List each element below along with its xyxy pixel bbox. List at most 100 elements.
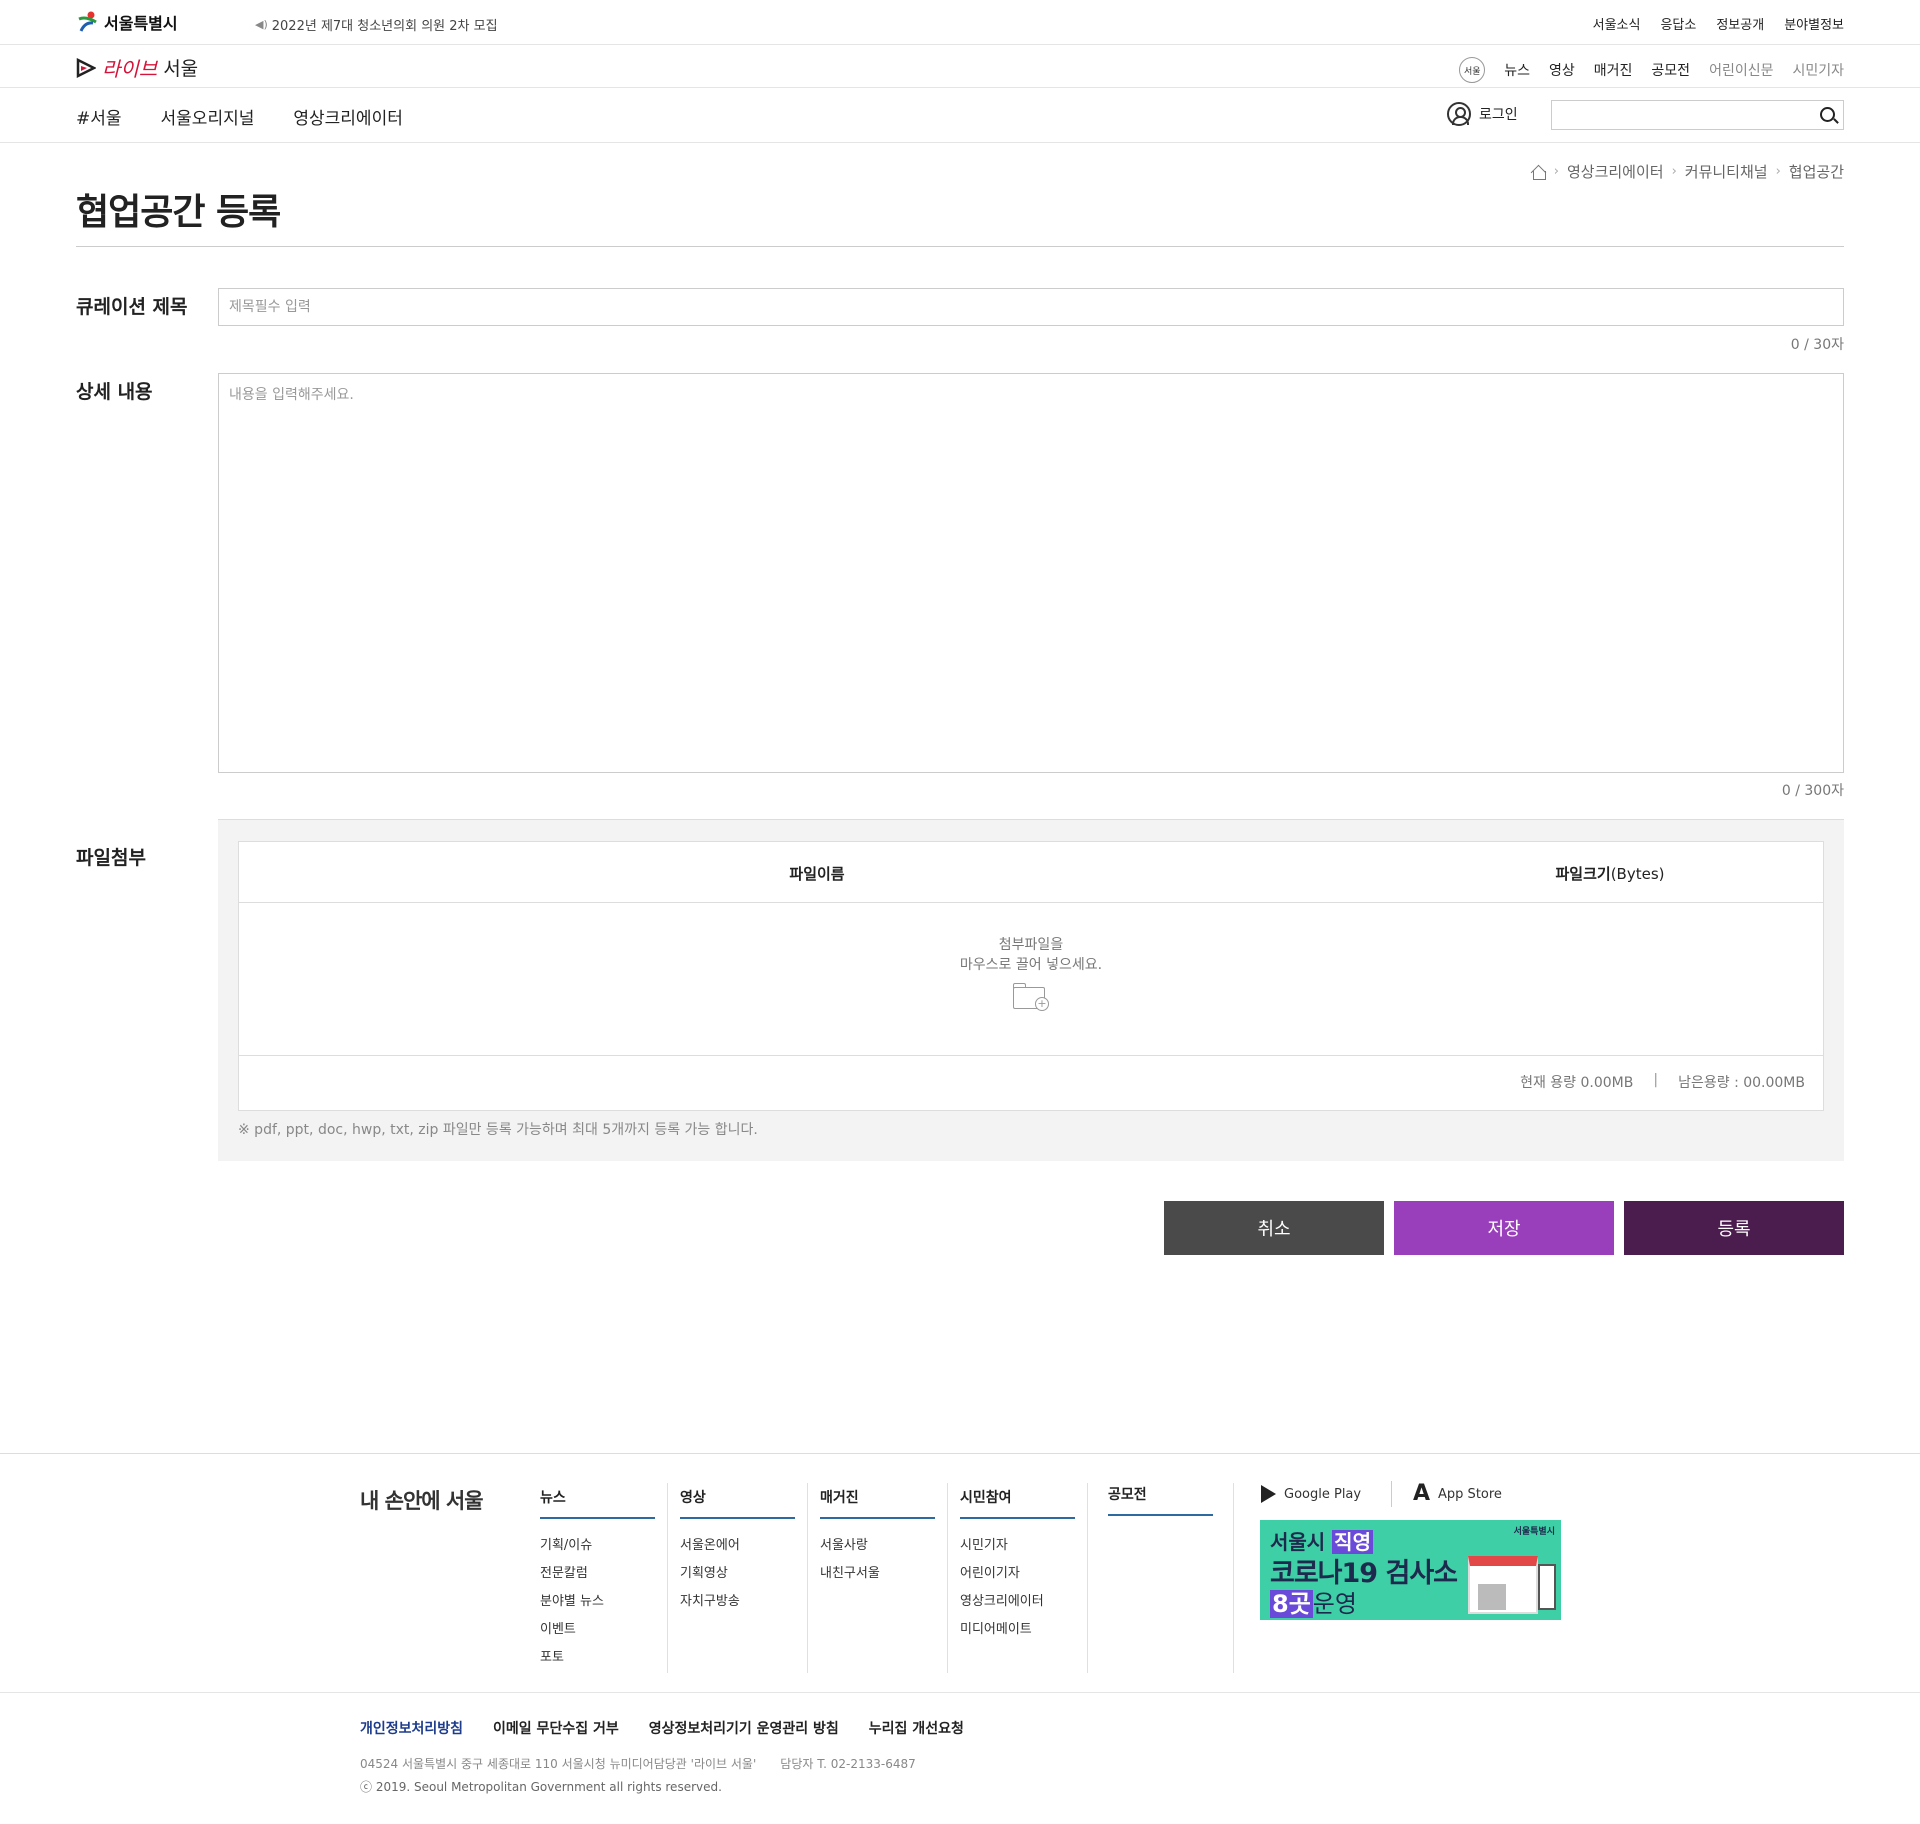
media-link-kids-newspaper[interactable]: 어린이신문 [1709,60,1773,80]
footer-link[interactable]: 시민기자 [960,1534,1075,1562]
site-improvement-link[interactable]: 누리집 개선요청 [869,1718,964,1738]
seoul-round-logo-icon[interactable]: 서울 [1459,57,1486,83]
google-play-icon [1261,1485,1276,1503]
tab-seoul-original[interactable]: 서울오리지널 [161,104,255,129]
cctv-policy-link[interactable]: 영상정보처리기기 운영관리 방침 [649,1718,839,1738]
address-text: 04524 서울특별시 중구 세종대로 110 서울시청 뉴미디어담당관 '라이… [360,1757,757,1771]
media-bar: 라이브 서울 서울 뉴스 영상 매거진 공모전 어린이신문 시민기자 [0,45,1920,88]
footer-divider [667,1483,668,1673]
footer-column-head[interactable]: 매거진 [820,1487,935,1519]
media-link-magazine[interactable]: 매거진 [1594,60,1633,80]
footer-link[interactable]: 전문칼럼 [540,1562,655,1590]
search-input[interactable] [1552,101,1802,129]
chevron-right-icon: › [1775,164,1781,179]
footer-column-head[interactable]: 공모전 [1108,1484,1213,1516]
page-title: 협업공간 등록 [76,192,281,233]
file-dropzone[interactable]: 첨부파일을 마우스로 끌어 넣으세요. + [239,903,1823,1056]
google-play-link[interactable]: Google Play [1261,1485,1361,1503]
detail-textarea[interactable] [218,373,1844,773]
tab-video-creator[interactable]: 영상크리에이터 [293,104,402,129]
title-divider [76,246,1844,247]
register-button[interactable]: 등록 [1624,1201,1844,1255]
google-play-label: Google Play [1284,1486,1362,1502]
app-store-icon: A [1413,1481,1431,1506]
footer-link[interactable]: 서울온에어 [680,1534,795,1562]
live-seoul-script: 라이브 [102,57,158,81]
footer-divider [1233,1483,1234,1673]
banner-org: 서울특별시 [1513,1527,1555,1537]
file-name-column-header: 파일이름 [789,865,845,883]
home-icon[interactable] [1531,165,1546,180]
notice-ticker[interactable]: ◀) 2022년 제7대 청소년의회 의원 2차 모집 [255,15,498,34]
user-icon [1447,102,1471,126]
footer-link[interactable]: 기획영상 [680,1562,795,1590]
live-seoul-logo[interactable]: 라이브 서울 [76,53,198,82]
breadcrumb-item-current[interactable]: 협업공간 [1789,161,1844,182]
footer-link[interactable]: 미디어메이트 [960,1618,1075,1646]
main-nav: #서울 서울오리지널 영상크리에이터 로그인 [0,88,1920,143]
footer-link[interactable]: 포토 [540,1646,655,1674]
cancel-button[interactable]: 취소 [1164,1201,1384,1255]
util-link-eungdapso[interactable]: 응답소 [1660,14,1696,33]
file-capacity: 현재 용량 0.00MB | 남은용량 : 00.00MB [1520,1072,1805,1092]
file-size-unit: (Bytes) [1610,865,1665,883]
footer-column-citizen: 시민참여 시민기자 어린이기자 영상크리에이터 미디어메이트 [960,1487,1075,1646]
footer-link[interactable]: 자치구방송 [680,1590,795,1618]
play-logo-icon [76,57,96,78]
tab-hashtag-seoul[interactable]: #서울 [76,104,122,129]
footer-link[interactable]: 내친구서울 [820,1562,935,1590]
breadcrumb-item[interactable]: 커뮤니티채널 [1685,161,1768,182]
footer-link[interactable]: 영상크리에이터 [960,1590,1075,1618]
detail-label: 상세 내용 [76,381,153,403]
login-button[interactable]: 로그인 [1447,102,1518,126]
file-size-column-header: 파일크기(Bytes) [1395,863,1825,884]
breadcrumb-item[interactable]: 영상크리에이터 [1567,161,1664,182]
email-refusal-link[interactable]: 이메일 무단수집 거부 [493,1718,619,1738]
app-store-link[interactable]: A App Store [1413,1481,1502,1506]
file-upload-note: ※ pdf, ppt, doc, hwp, txt, zip 파일만 등록 가능… [238,1122,758,1138]
footer-brand: 내 손안에 서울 [360,1489,484,1513]
search-box [1551,100,1844,130]
footer-column-magazine: 매거진 서울사랑 내친구서울 [820,1487,935,1590]
file-table-header: 파일이름 파일크기(Bytes) [239,842,1823,903]
footer-column-video: 영상 서울온에어 기획영상 자치구방송 [680,1487,795,1618]
media-link-video[interactable]: 영상 [1549,60,1575,80]
search-icon[interactable] [1820,107,1835,122]
banner-line3-b: 운영 [1312,1590,1357,1618]
utility-nav: 서울소식 응답소 정보공개 분야별정보 [1593,14,1844,33]
footer-divider [1087,1483,1088,1673]
copyright: ⓒ 2019. Seoul Metropolitan Government al… [360,1780,722,1794]
seoul-city-name: 서울특별시 [104,14,178,33]
chevron-right-icon: › [1671,164,1677,179]
main-nav-tabs: #서울 서울오리지널 영상크리에이터 [76,104,403,129]
footer-link[interactable]: 이벤트 [540,1618,655,1646]
footer-link[interactable]: 어린이기자 [960,1562,1075,1590]
footer-link[interactable]: 기획/이슈 [540,1534,655,1562]
media-link-contest[interactable]: 공모전 [1651,60,1690,80]
covid-test-banner[interactable]: 서울특별시 서울시 직영 코로나19 검사소 8곳운영 [1260,1520,1561,1620]
store-divider [1391,1481,1392,1507]
title-input[interactable] [218,288,1844,326]
footer-link[interactable]: 분야별 뉴스 [540,1590,655,1618]
footer-column-head[interactable]: 시민참여 [960,1487,1075,1519]
footer-column-contest: 공모전 [1108,1484,1213,1516]
media-link-news[interactable]: 뉴스 [1504,60,1530,80]
dropzone-text-line1: 첨부파일을 [998,937,1064,953]
seoul-city-logo[interactable]: 서울특별시 [76,10,178,34]
util-link-seoul-news[interactable]: 서울소식 [1593,14,1641,33]
folder-add-icon[interactable]: + [1013,983,1049,1011]
util-link-field-info[interactable]: 분야별정보 [1784,14,1844,33]
remaining-capacity: 남은용량 : 00.00MB [1678,1075,1805,1091]
util-link-info-disclosure[interactable]: 정보공개 [1716,14,1764,33]
footer-column-head[interactable]: 뉴스 [540,1487,655,1519]
privacy-policy-link[interactable]: 개인정보처리방침 [360,1718,463,1738]
login-label: 로그인 [1479,107,1518,123]
footer-link[interactable]: 서울사랑 [820,1534,935,1562]
media-link-citizen-reporter[interactable]: 시민기자 [1792,60,1844,80]
footer-column-head[interactable]: 영상 [680,1487,795,1519]
detail-char-counter: 0 / 300자 [1781,783,1844,799]
app-store-label: App Store [1438,1486,1502,1502]
save-button[interactable]: 저장 [1394,1201,1614,1255]
policy-links: 개인정보처리방침 이메일 무단수집 거부 영상정보처리기기 운영관리 방침 누리… [360,1718,964,1738]
test-booth-illustration [1468,1556,1538,1614]
